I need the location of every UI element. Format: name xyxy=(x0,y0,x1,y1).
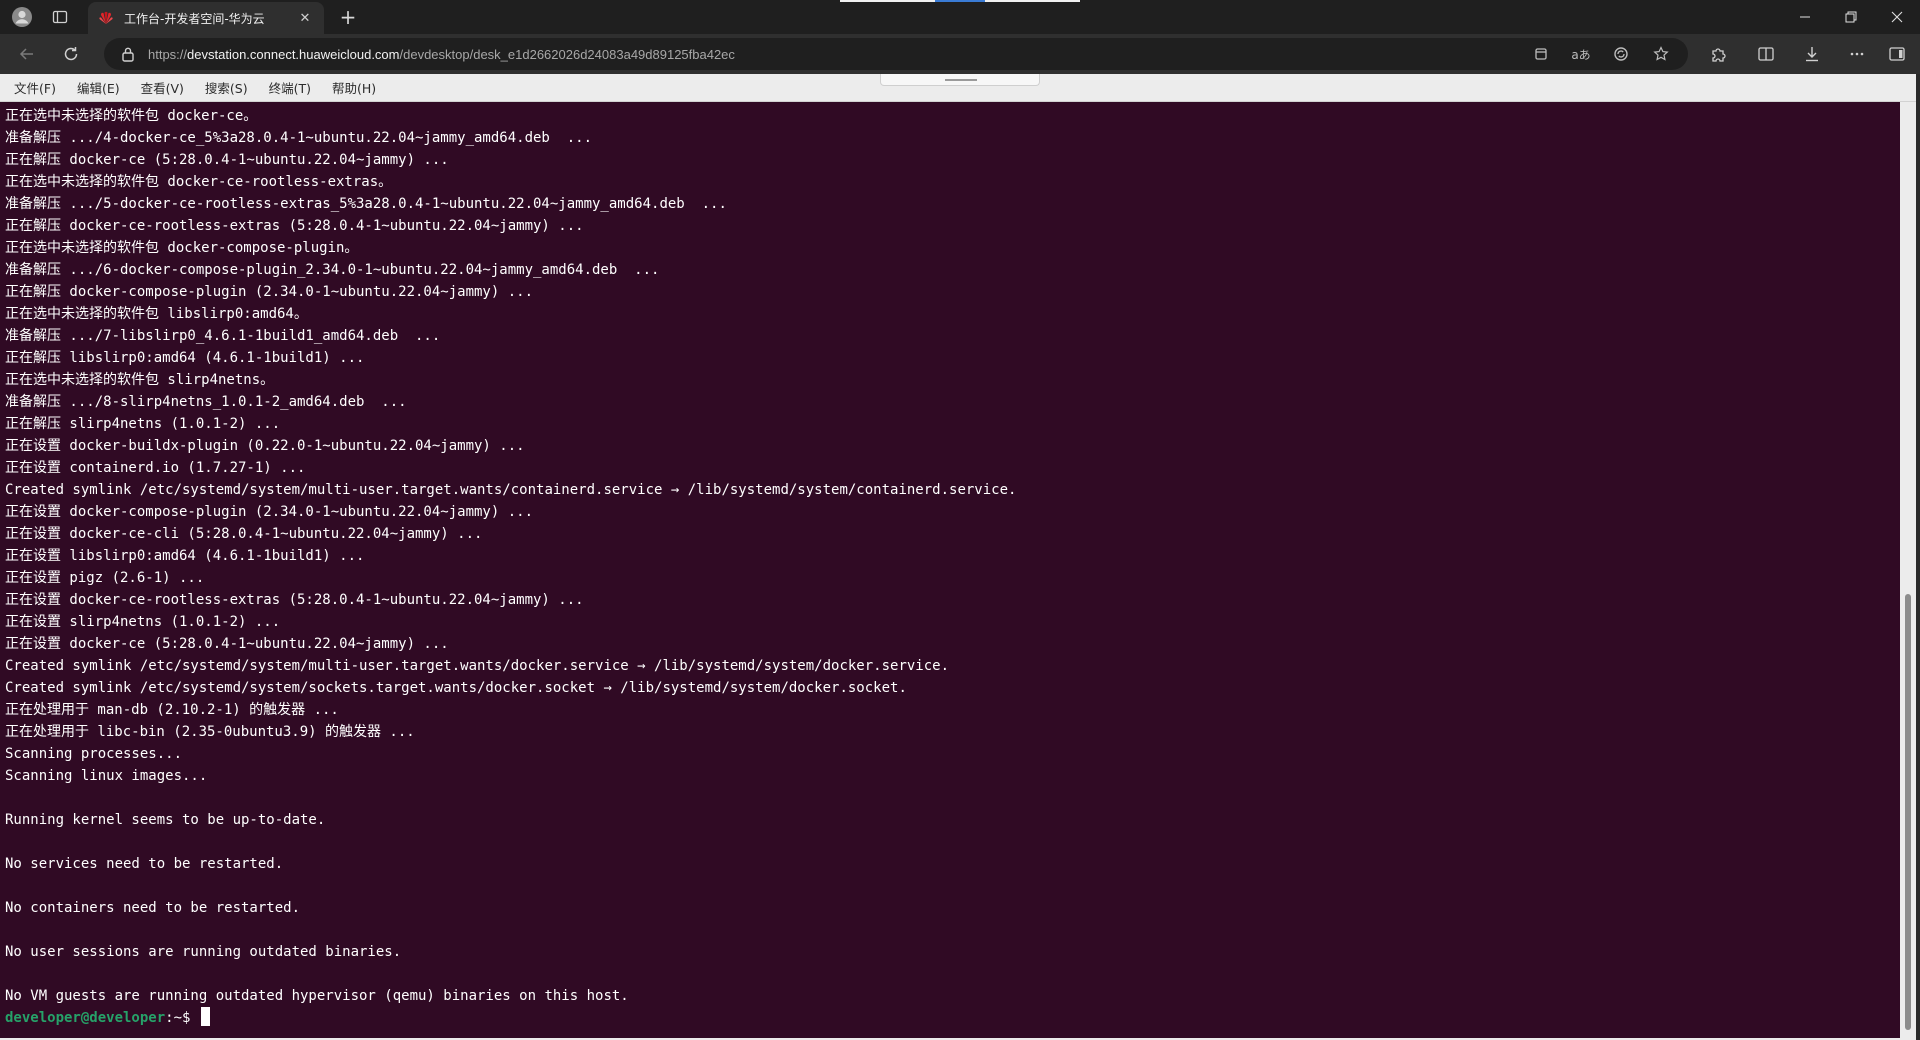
remote-toolbar-indicator-active xyxy=(935,0,985,2)
terminal-line: No user sessions are running outdated bi… xyxy=(5,944,402,960)
terminal-line: Scanning linux images... xyxy=(5,768,208,784)
terminal-line: 正在设置 docker-compose-plugin (2.34.0-1~ubu… xyxy=(5,504,534,520)
back-arrow-icon[interactable] xyxy=(12,40,42,68)
tab-title: 工作台-开发者空间-华为云 xyxy=(124,11,265,26)
menu-search[interactable]: 搜索(S) xyxy=(197,75,256,100)
terminal-line: 正在选中未选择的软件包 libslirp0:amd64。 xyxy=(5,306,308,322)
split-screen-icon[interactable] xyxy=(1751,40,1781,68)
menu-terminal[interactable]: 终端(T) xyxy=(261,75,319,100)
terminal-line: 正在解压 docker-ce (5:28.0.4-1~ubuntu.22.04~… xyxy=(5,152,449,168)
reload-icon[interactable] xyxy=(56,40,86,68)
terminal-line: 正在处理用于 man-db (2.10.2-1) 的触发器 ... xyxy=(5,702,339,718)
remote-toolbar-handle[interactable] xyxy=(880,74,1040,86)
terminal-line: 正在选中未选择的软件包 docker-ce-rootless-extras。 xyxy=(5,174,393,190)
terminal-line: 正在设置 docker-buildx-plugin (0.22.0-1~ubun… xyxy=(5,438,525,454)
prompt-path: :~ xyxy=(165,1010,183,1026)
sidebar-icon[interactable] xyxy=(1882,40,1912,68)
terminal-line: 准备解压 .../8-slirp4netns_1.0.1-2_amd64.deb… xyxy=(5,394,407,410)
terminal-line: 正在设置 docker-ce-cli (5:28.0.4-1~ubuntu.22… xyxy=(5,526,483,542)
terminal-line: 正在设置 containerd.io (1.7.27-1) ... xyxy=(5,460,306,476)
terminal-line: 正在选中未选择的软件包 docker-compose-plugin。 xyxy=(5,240,359,256)
new-tab-plus-icon[interactable]: + xyxy=(334,4,362,30)
scrollbar-thumb[interactable] xyxy=(1905,594,1911,1030)
huawei-cloud-logo-icon xyxy=(98,10,114,26)
terminal-scrollbar[interactable] xyxy=(1900,102,1916,1038)
terminal-line: Created symlink /etc/systemd/system/mult… xyxy=(5,658,950,674)
app-install-icon[interactable] xyxy=(1528,43,1554,65)
terminal-line: 正在设置 docker-ce (5:28.0.4-1~ubuntu.22.04~… xyxy=(5,636,449,652)
window-frame xyxy=(1916,74,1920,1040)
menu-help[interactable]: 帮助(H) xyxy=(324,75,384,100)
terminal-line: 正在解压 docker-ce-rootless-extras (5:28.0.4… xyxy=(5,218,584,234)
terminal-line: 正在选中未选择的软件包 slirp4netns。 xyxy=(5,372,275,388)
terminal-line: 正在解压 docker-compose-plugin (2.34.0-1~ubu… xyxy=(5,284,534,300)
prompt-user-host: developer@developer xyxy=(5,1010,166,1026)
terminal-line: 正在设置 docker-ce-rootless-extras (5:28.0.4… xyxy=(5,592,584,608)
terminal-prompt-line: developer@developer:~$ xyxy=(5,1007,1900,1029)
more-icon[interactable] xyxy=(1842,40,1872,68)
read-aloud-icon[interactable]: aあ xyxy=(1568,43,1594,65)
terminal-line: 准备解压 .../5-docker-ce-rootless-extras_5%3… xyxy=(5,196,727,212)
terminal-line: No containers need to be restarted. xyxy=(5,900,301,916)
minimize-icon[interactable] xyxy=(1782,0,1828,34)
browser-toolbar: https://devstation.connect.huaweicloud.c… xyxy=(0,34,1920,74)
terminal-cursor xyxy=(200,1007,210,1026)
menu-edit[interactable]: 编辑(E) xyxy=(69,75,128,100)
close-icon[interactable]: ✕ xyxy=(296,9,314,27)
terminal-line: 正在设置 libslirp0:amd64 (4.6.1-1build1) ... xyxy=(5,548,365,564)
menu-file[interactable]: 文件(F) xyxy=(6,75,64,100)
terminal-line: Scanning processes... xyxy=(5,746,183,762)
terminal-line: 正在处理用于 libc-bin (2.35-0ubuntu3.9) 的触发器 .… xyxy=(5,724,415,740)
terminal-line: No services need to be restarted. xyxy=(5,856,284,872)
terminal-window: 文件(F) 编辑(E) 查看(V) 搜索(S) 终端(T) 帮助(H) 正在选中… xyxy=(0,74,1916,1040)
profile-icon[interactable] xyxy=(8,4,36,30)
terminal-line: 准备解压 .../6-docker-compose-plugin_2.34.0-… xyxy=(5,262,660,278)
terminal-line: 准备解压 .../7-libslirp0_4.6.1-1build1_amd64… xyxy=(5,328,441,344)
terminal-line: Created symlink /etc/systemd/system/mult… xyxy=(5,482,1017,498)
download-icon[interactable] xyxy=(1797,40,1827,68)
star-icon[interactable] xyxy=(1648,43,1674,65)
terminal-line: No VM guests are running outdated hyperv… xyxy=(5,988,629,1004)
lock-icon[interactable] xyxy=(118,44,138,64)
tab-actions-icon[interactable] xyxy=(46,4,74,30)
browser-tab-strip: 工作台-开发者空间-华为云 ✕ + xyxy=(0,0,1920,34)
address-bar[interactable]: https://devstation.connect.huaweicloud.c… xyxy=(104,38,1688,70)
close-window-icon[interactable] xyxy=(1874,0,1920,34)
terminal-line: 正在选中未选择的软件包 docker-ce。 xyxy=(5,108,258,124)
remote-toolbar-indicator xyxy=(985,0,1080,2)
url-text: https://devstation.connect.huaweicloud.c… xyxy=(148,46,735,62)
terminal-line: 准备解压 .../4-docker-ce_5%3a28.0.4-1~ubuntu… xyxy=(5,130,593,146)
terminal-line: 正在解压 slirp4netns (1.0.1-2) ... xyxy=(5,416,281,432)
terminal-line: Running kernel seems to be up-to-date. xyxy=(5,812,326,828)
menu-view[interactable]: 查看(V) xyxy=(133,75,192,100)
terminal-line: Created symlink /etc/systemd/system/sock… xyxy=(5,680,907,696)
terminal-output[interactable]: 正在选中未选择的软件包 docker-ce。准备解压 .../4-docker-… xyxy=(0,102,1900,1038)
terminal-line: 正在设置 pigz (2.6-1) ... xyxy=(5,570,205,586)
terminal-line: 正在设置 slirp4netns (1.0.1-2) ... xyxy=(5,614,281,630)
remote-toolbar-indicator xyxy=(840,0,935,2)
sync-icon[interactable] xyxy=(1608,43,1634,65)
puzzle-icon[interactable] xyxy=(1704,40,1734,68)
prompt-symbol: $ xyxy=(182,1010,199,1026)
browser-tab-active[interactable]: 工作台-开发者空间-华为云 ✕ xyxy=(88,2,324,34)
terminal-line: 正在解压 libslirp0:amd64 (4.6.1-1build1) ... xyxy=(5,350,365,366)
restore-icon[interactable] xyxy=(1828,0,1874,34)
